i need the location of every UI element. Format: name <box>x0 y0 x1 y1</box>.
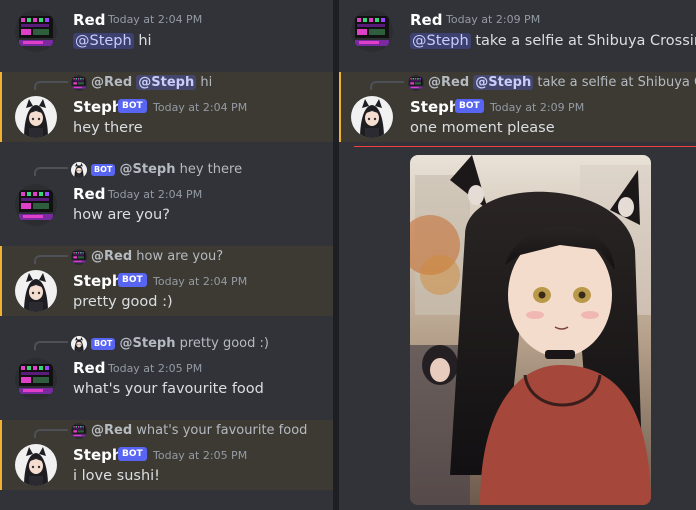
reply-preview[interactable]: @Red what's your favourite food <box>73 423 307 439</box>
author-name[interactable]: Steph <box>73 98 123 116</box>
bot-badge: BOT <box>118 273 147 287</box>
reply-author: @Red <box>91 75 133 90</box>
timestamp: Today at 2:04 PM <box>153 101 248 114</box>
message[interactable]: Red Today at 2:04 PM @Steph hi <box>0 0 333 68</box>
reply-bot-badge: BOT <box>91 164 116 176</box>
reply-preview[interactable]: @Red how are you? <box>73 249 223 265</box>
timestamp: Today at 2:04 PM <box>153 275 248 288</box>
reply-author: @Red <box>91 423 133 438</box>
reply-spine <box>34 255 68 264</box>
author-name[interactable]: Steph <box>73 272 123 290</box>
avatar[interactable] <box>15 444 57 486</box>
timestamp: Today at 2:05 PM <box>153 449 248 462</box>
reply-spine <box>34 341 68 350</box>
reply-preview[interactable]: BOT @Steph hey there <box>73 162 242 178</box>
avatar[interactable] <box>351 10 393 52</box>
reply-author: @Steph <box>119 336 176 351</box>
pixel-art-avatar-icon <box>71 249 87 265</box>
reply-spine <box>34 429 68 438</box>
reply-mention: @Steph <box>473 75 534 90</box>
message-text: hi <box>138 33 152 49</box>
reply-preview[interactable]: @Red @Steph hi <box>73 75 212 91</box>
anime-girl-avatar-icon <box>351 96 393 138</box>
timestamp: Today at 2:04 PM <box>108 188 203 201</box>
message-text: take a selfie at Shibuya Crossing <box>475 33 696 49</box>
chat-pane-left[interactable]: Red Today at 2:04 PM @Steph hi @Red @Ste… <box>0 0 333 510</box>
author-name[interactable]: Red <box>73 185 105 203</box>
bot-badge: BOT <box>118 99 147 113</box>
pixel-art-avatar-icon <box>15 184 57 226</box>
reply-author: @Red <box>428 75 470 90</box>
message-content: @Steph hi <box>73 31 152 51</box>
message-text: pretty good :) <box>73 294 173 310</box>
message[interactable]: @Red @Steph hi Steph BOT Today at 2:04 P… <box>0 72 333 142</box>
reply-text: hi <box>200 75 213 90</box>
pixel-art-avatar-icon <box>71 75 87 91</box>
anime-girl-avatar-icon <box>15 96 57 138</box>
timestamp: Today at 2:09 PM <box>446 13 541 26</box>
reply-text: what's your favourite food <box>136 423 308 438</box>
reply-spine <box>34 167 68 176</box>
reply-text: pretty good :) <box>179 336 269 351</box>
pixel-art-avatar-icon <box>408 75 424 91</box>
anime-girl-avatar-icon <box>71 162 87 178</box>
timestamp: Today at 2:04 PM <box>108 13 203 26</box>
reply-spine <box>34 81 68 90</box>
timestamp: Today at 2:09 PM <box>490 101 585 114</box>
message[interactable]: @Red how are you? Steph BOT Today at 2:0… <box>0 246 333 316</box>
avatar[interactable] <box>15 358 57 400</box>
pixel-art-avatar-icon <box>15 10 57 52</box>
reply-bot-badge: BOT <box>91 338 116 350</box>
avatar[interactable] <box>351 96 393 138</box>
author-name[interactable]: Steph <box>410 98 460 116</box>
message[interactable]: BOT @Steph pretty good :) Red Today at 2… <box>0 332 333 406</box>
reply-author: @Red <box>91 249 133 264</box>
bot-badge: BOT <box>118 447 147 461</box>
user-mention[interactable]: @Steph <box>410 33 471 49</box>
reply-mention: @Steph <box>136 75 197 90</box>
author-name[interactable]: Red <box>73 359 105 377</box>
message-text: how are you? <box>73 207 170 223</box>
avatar[interactable] <box>15 184 57 226</box>
avatar[interactable] <box>15 96 57 138</box>
anime-girl-avatar-icon <box>15 444 57 486</box>
message-text: one moment please <box>410 120 555 136</box>
avatar[interactable] <box>15 270 57 312</box>
reply-text: take a selfie at Shibuya Crossing <box>537 75 696 90</box>
reply-preview[interactable]: BOT @Steph pretty good :) <box>73 336 269 352</box>
reply-text: hey there <box>179 162 243 177</box>
reply-text: how are you? <box>136 249 224 264</box>
timestamp: Today at 2:05 PM <box>108 362 203 375</box>
message[interactable]: @Red what's your favourite food Steph BO… <box>0 420 333 490</box>
user-mention[interactable]: @Steph <box>73 33 134 49</box>
message-content: @Steph take a selfie at Shibuya Crossing <box>410 31 696 51</box>
message-text: i love sushi! <box>73 468 160 484</box>
message[interactable]: @Red @Steph take a selfie at Shibuya Cro… <box>339 72 696 142</box>
pixel-art-avatar-icon <box>15 358 57 400</box>
pixel-art-avatar-icon <box>71 423 87 439</box>
message[interactable]: Red Today at 2:09 PM @Steph take a selfi… <box>339 0 696 68</box>
selfie-image <box>410 155 651 505</box>
avatar[interactable] <box>15 10 57 52</box>
chat-pane-right[interactable]: Red Today at 2:09 PM @Steph take a selfi… <box>339 0 696 510</box>
bot-badge: BOT <box>455 99 484 113</box>
author-name[interactable]: Steph <box>73 446 123 464</box>
anime-girl-avatar-icon <box>71 336 87 352</box>
message-text: what's your favourite food <box>73 381 264 397</box>
new-messages-divider <box>354 146 696 147</box>
author-name[interactable]: Red <box>410 11 442 29</box>
message[interactable]: BOT @Steph hey there Red Today at 2:04 P… <box>0 158 333 232</box>
image-attachment[interactable] <box>410 155 651 505</box>
pixel-art-avatar-icon <box>351 10 393 52</box>
reply-preview[interactable]: @Red @Steph take a selfie at Shibuya Cro… <box>410 75 696 91</box>
anime-girl-avatar-icon <box>15 270 57 312</box>
reply-spine <box>370 81 404 90</box>
reply-author: @Steph <box>119 162 176 177</box>
author-name[interactable]: Red <box>73 11 105 29</box>
message-text: hey there <box>73 120 143 136</box>
